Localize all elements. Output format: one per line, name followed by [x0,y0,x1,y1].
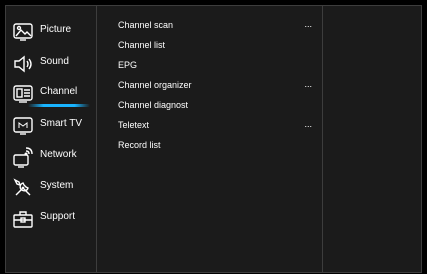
submenu-item-channel-list[interactable]: Channel list [118,39,318,55]
submenu-item-epg[interactable]: EPG [118,59,318,75]
submenu-item-label: EPG [118,60,138,70]
detail-panel [322,5,422,273]
submenu-item-label: Channel diagnost [118,100,189,110]
submenu-item-channel-diagnostics[interactable]: Channel diagnost [118,99,318,115]
sidebar-item-label: System [40,180,74,191]
submenu-item-label: Channel organizer [118,80,192,90]
network-icon [12,146,34,168]
submenu-item-record-list[interactable]: Record list [118,139,318,155]
sidebar-item-label: Sound [40,56,69,67]
more-indicator: ... [304,79,312,89]
picture-icon [12,21,34,43]
toolbox-icon [12,208,34,230]
submenu-item-channel-scan[interactable]: Channel scan ... [118,19,318,35]
submenu-item-label: Channel list [118,40,166,50]
sidebar-item-network[interactable]: Network [7,142,91,172]
sidebar-item-sound[interactable]: Sound [7,49,91,79]
submenu-item-label: Channel scan [118,20,174,30]
smart-tv-icon [12,115,34,137]
sidebar-item-label: Network [40,149,77,160]
sidebar-item-picture[interactable]: Picture [7,17,91,47]
more-indicator: ... [304,119,312,129]
sidebar-item-smart-tv[interactable]: Smart TV [7,111,91,141]
sidebar-item-label: Support [40,211,76,222]
submenu-item-label: Teletext [118,120,150,130]
submenu-item-teletext[interactable]: Teletext ... [118,119,318,135]
selected-indicator [28,104,90,107]
tv-settings-screen: Picture Sound Channel Smart TV Network S… [0,0,427,274]
sidebar-item-label: Picture [40,24,72,35]
sidebar-item-support[interactable]: Support [7,204,91,234]
channel-icon [12,83,34,105]
sidebar-item-label: Channel [40,86,78,97]
tools-icon [12,177,34,199]
submenu-item-label: Record list [118,140,161,150]
speaker-icon [12,53,34,75]
sidebar-item-label: Smart TV [40,118,83,129]
sidebar-item-system[interactable]: System [7,173,91,203]
submenu-item-channel-organizer[interactable]: Channel organizer ... [118,79,318,95]
more-indicator: ... [304,19,312,29]
